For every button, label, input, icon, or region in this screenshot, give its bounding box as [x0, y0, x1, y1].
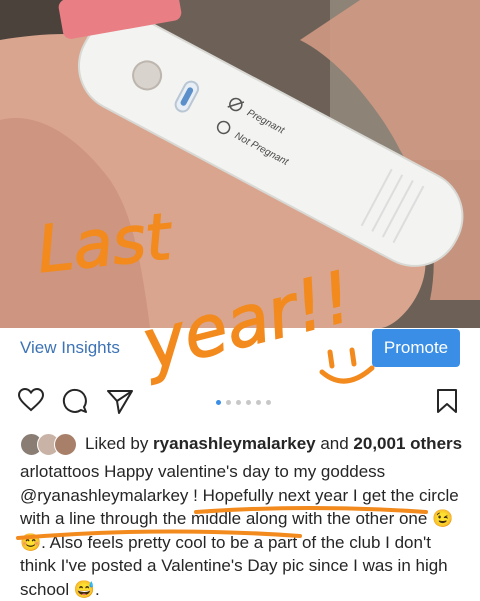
- post-photo: Pregnant Not Pregnant: [0, 0, 480, 328]
- caption-mention[interactable]: @ryanashleymalarkey: [20, 486, 188, 505]
- likes-row[interactable]: Liked by ryanashleymalarkey and 20,001 o…: [20, 432, 462, 456]
- comment-icon[interactable]: [62, 388, 88, 419]
- carousel-dot: [226, 400, 231, 405]
- likes-prefix: Liked by: [85, 434, 154, 453]
- promote-button[interactable]: Promote: [372, 329, 460, 367]
- bookmark-icon[interactable]: [436, 388, 458, 419]
- likes-middle: and: [315, 434, 354, 453]
- send-icon[interactable]: [106, 388, 134, 419]
- carousel-dot: [266, 400, 271, 405]
- carousel-dot: [256, 400, 261, 405]
- likes-user[interactable]: ryanashleymalarkey: [153, 434, 316, 453]
- photo-scene: Pregnant Not Pregnant: [0, 0, 480, 328]
- carousel-indicator: [216, 400, 271, 405]
- carousel-dot: [246, 400, 251, 405]
- carousel-dot: [236, 400, 241, 405]
- likes-text: Liked by ryanashleymalarkey and 20,001 o…: [85, 434, 462, 454]
- caption-username[interactable]: arlotattoos: [20, 462, 99, 481]
- view-insights-link[interactable]: View Insights: [20, 338, 120, 358]
- post-caption: arlotattoos Happy valentine's day to my …: [20, 460, 468, 601]
- heart-icon[interactable]: [17, 387, 45, 417]
- likes-count[interactable]: 20,001 others: [353, 434, 462, 453]
- carousel-dot: [216, 400, 221, 405]
- caption-text-1: Happy valentine's day to my goddess: [99, 462, 386, 481]
- post-actions: [0, 382, 480, 422]
- avatar: [54, 432, 77, 456]
